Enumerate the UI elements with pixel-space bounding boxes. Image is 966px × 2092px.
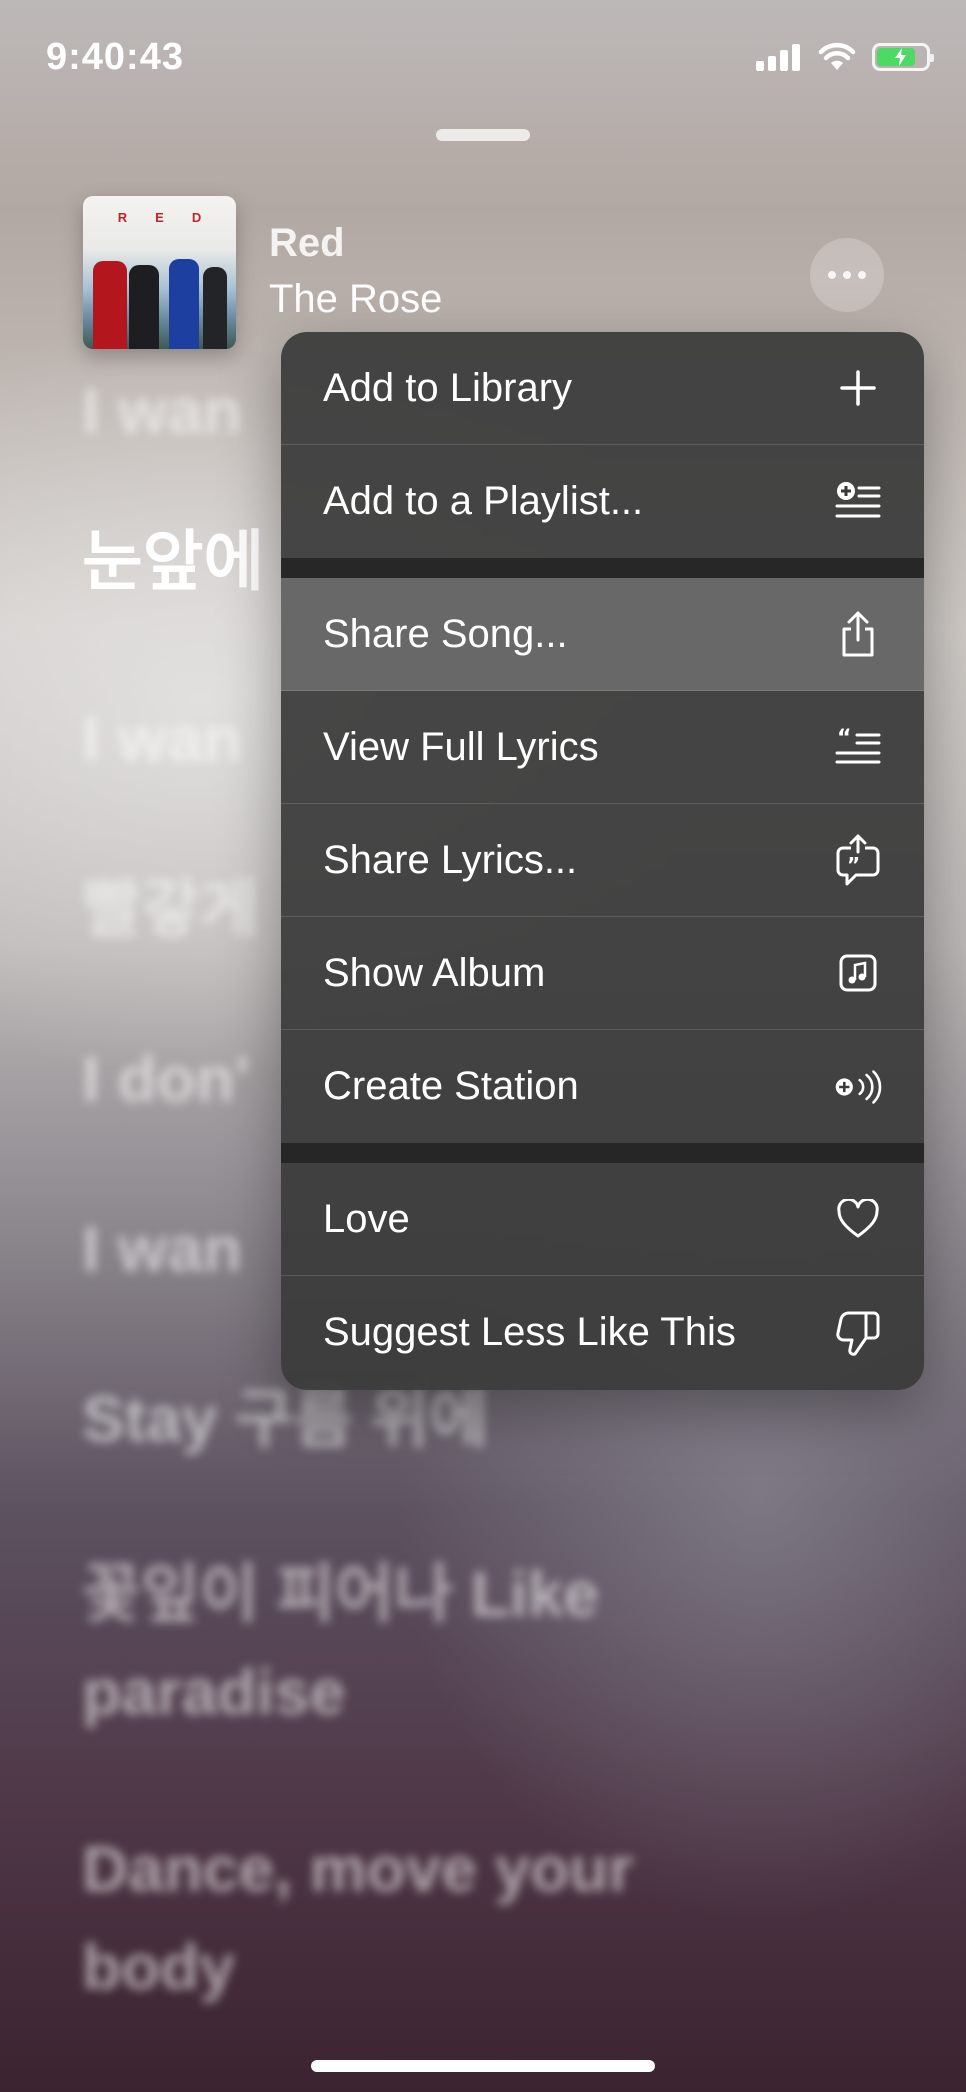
menu-item-label: Add to Library <box>323 365 573 410</box>
menu-item-label: Add to a Playlist... <box>323 479 644 523</box>
sheet-grabber[interactable] <box>436 129 530 141</box>
heart-icon <box>834 1195 882 1243</box>
home-indicator[interactable] <box>311 2060 655 2072</box>
add-to-playlist-icon <box>834 478 882 526</box>
context-menu: Add to Library Add to a Playlist... Shar… <box>281 332 924 1390</box>
lyrics-icon: “ <box>834 723 882 771</box>
menu-item-suggest-less[interactable]: Suggest Less Like This <box>281 1276 924 1389</box>
menu-item-label: Suggest Less Like This <box>323 1310 736 1354</box>
status-time: 9:40:43 <box>46 36 184 78</box>
music-note-album-icon <box>834 949 882 997</box>
lyric-line[interactable]: body <box>82 1918 235 2016</box>
signal-icon <box>756 44 800 71</box>
lyric-line[interactable]: I wan <box>82 690 242 788</box>
ellipsis-icon <box>828 271 836 279</box>
menu-item-view-full-lyrics[interactable]: View Full Lyrics “ <box>281 691 924 804</box>
plus-icon <box>834 364 882 412</box>
lyric-line[interactable]: paradise <box>82 1643 345 1741</box>
status-bar: 9:40:43 <box>0 0 966 110</box>
thumbs-down-icon <box>834 1309 882 1357</box>
lyric-line[interactable]: 빨갛게 <box>82 860 259 958</box>
svg-text:”: ” <box>847 853 860 877</box>
album-artwork[interactable]: RED <box>83 196 236 349</box>
menu-item-love[interactable]: Love <box>281 1163 924 1276</box>
menu-item-label: View Full Lyrics <box>323 724 599 769</box>
lyric-line[interactable]: Dance, move your <box>82 1820 633 1918</box>
menu-item-create-station[interactable]: Create Station <box>281 1030 924 1143</box>
artist-name[interactable]: The Rose <box>269 277 442 322</box>
menu-item-label: Create Station <box>323 1064 579 1108</box>
menu-item-label: Love <box>323 1196 410 1241</box>
share-icon <box>834 610 882 658</box>
wifi-icon <box>818 42 856 70</box>
menu-separator <box>281 1143 924 1163</box>
lyric-line[interactable]: 꽃잎이 피어나 Like <box>82 1545 599 1643</box>
lyric-line-active[interactable]: 눈앞에 <box>82 512 264 610</box>
battery-icon <box>872 43 934 71</box>
station-icon <box>834 1063 882 1111</box>
menu-item-label: Share Lyrics... <box>323 837 578 882</box>
menu-item-label: Share Song... <box>323 611 568 656</box>
menu-item-add-to-library[interactable]: Add to Library <box>281 332 924 445</box>
song-title[interactable]: Red <box>269 221 345 266</box>
menu-item-add-to-playlist[interactable]: Add to a Playlist... <box>281 445 924 558</box>
menu-item-label: Show Album <box>323 950 546 995</box>
lyric-line[interactable]: I don' <box>82 1030 250 1128</box>
menu-item-share-lyrics[interactable]: Share Lyrics... ” <box>281 804 924 917</box>
menu-item-share-song[interactable]: Share Song... <box>281 578 924 691</box>
status-icons <box>756 42 934 72</box>
lyric-line[interactable]: I wan <box>82 1200 242 1298</box>
album-art-title: RED <box>117 210 230 225</box>
menu-separator <box>281 558 924 578</box>
menu-item-show-album[interactable]: Show Album <box>281 917 924 1030</box>
more-options-button[interactable] <box>810 238 884 312</box>
svg-text:“: “ <box>837 727 851 751</box>
share-lyrics-icon: ” <box>834 834 882 886</box>
lyric-line[interactable]: I wan <box>82 362 242 460</box>
